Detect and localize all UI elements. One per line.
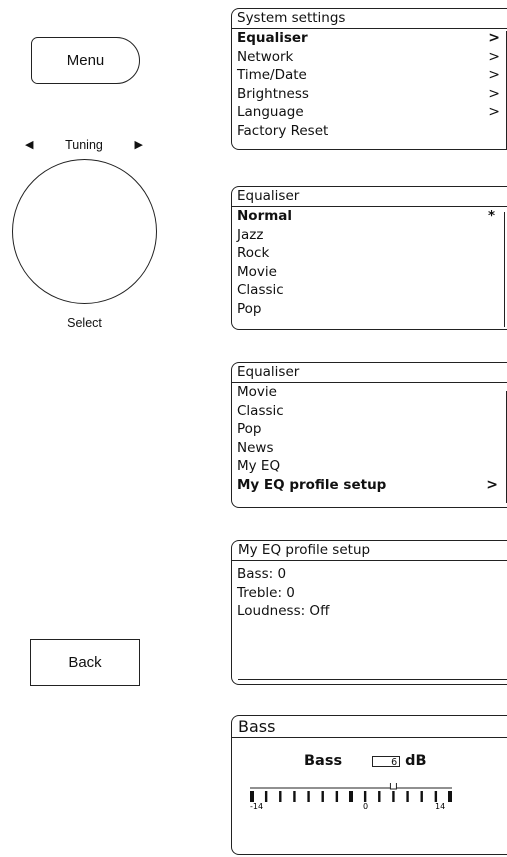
bass-readout: Bass 6 dB <box>304 753 427 769</box>
screen-title: My EQ profile setup <box>232 541 507 561</box>
scale-min-label: -14 <box>250 802 263 811</box>
bass-unit: dB <box>405 753 427 769</box>
scale-tick <box>434 791 438 802</box>
tuning-control: ◀ Tuning ▶ <box>25 137 143 153</box>
my-eq-profile-setup-screen: My EQ profile setup Bass: 0 Treble: 0 Lo… <box>231 540 507 685</box>
tuning-right-icon[interactable]: ▶ <box>135 139 143 151</box>
select-label: Select <box>67 316 102 330</box>
menu-item-brightness[interactable]: Brightness > <box>232 85 507 104</box>
scale-tick <box>448 791 452 802</box>
scale-tick <box>420 791 423 802</box>
tuning-label: Tuning <box>65 138 103 152</box>
scale-max-label: 14 <box>435 802 445 811</box>
scale-tick <box>363 791 367 802</box>
chevron-right-icon: > <box>488 48 500 65</box>
eq-item-movie[interactable]: Movie <box>232 383 507 402</box>
bass-level-scale[interactable]: -14 0 14 <box>240 783 458 811</box>
scale-tick <box>392 791 395 802</box>
menu-button-label: Menu <box>66 52 105 69</box>
scale-tick <box>250 791 254 802</box>
bass-label: Bass <box>304 753 343 769</box>
equaliser-screen-bottom: Equaliser Movie Classic Pop News My EQ M… <box>231 362 507 508</box>
scale-tick <box>335 791 339 802</box>
eq-item-my-eq-profile-setup[interactable]: My EQ profile setup > <box>232 476 507 495</box>
scale-tick <box>349 791 353 802</box>
chevron-right-icon: > <box>486 476 498 493</box>
system-settings-screen: System settings Equaliser > Network > Ti… <box>231 8 507 150</box>
scale-mid-label: 0 <box>363 802 368 811</box>
tuning-left-icon[interactable]: ◀ <box>25 139 33 151</box>
menu-item-equaliser[interactable]: Equaliser > <box>232 29 507 48</box>
scale-tick <box>378 791 381 802</box>
screen-title: Bass <box>232 716 507 738</box>
eq-item-normal[interactable]: Normal * <box>232 207 507 226</box>
eq-item-classic[interactable]: Classic <box>232 281 507 300</box>
screen-divider <box>238 679 507 680</box>
eq-item-jazz[interactable]: Jazz <box>232 226 507 245</box>
scale-tick <box>406 791 409 802</box>
eq-item-classic[interactable]: Classic <box>232 402 507 421</box>
tuning-select-dial[interactable] <box>12 159 157 304</box>
menu-item-language[interactable]: Language > <box>232 103 507 122</box>
eq-item-news[interactable]: News <box>232 439 507 458</box>
setting-bass[interactable]: Bass: 0 <box>232 565 507 584</box>
back-button-label: Back <box>68 654 102 671</box>
scrollbar[interactable] <box>503 212 505 327</box>
scale-tick <box>293 791 296 802</box>
menu-item-network[interactable]: Network > <box>232 48 507 67</box>
bass-slider-handle <box>389 783 397 790</box>
bass-adjust-screen: Bass Bass 6 dB -14 0 14 <box>231 715 507 855</box>
chevron-right-icon: > <box>488 67 500 84</box>
menu-item-factory-reset[interactable]: Factory Reset <box>232 122 507 141</box>
bass-value: 6 <box>372 755 401 768</box>
chevron-right-icon: > <box>488 104 500 121</box>
menu-item-time-date[interactable]: Time/Date > <box>232 66 507 85</box>
screen-title: Equaliser <box>232 363 507 383</box>
equaliser-screen-top: Equaliser Normal * Jazz Rock Movie Class… <box>231 186 507 330</box>
chevron-right-icon: > <box>488 85 500 102</box>
eq-item-my-eq[interactable]: My EQ <box>232 457 507 476</box>
back-button[interactable]: Back <box>30 639 140 686</box>
setting-loudness[interactable]: Loudness: Off <box>232 602 507 621</box>
scale-tick <box>279 791 282 802</box>
scale-tick <box>307 791 310 802</box>
setting-treble[interactable]: Treble: 0 <box>232 584 507 603</box>
scale-tick <box>321 791 324 802</box>
menu-button[interactable]: Menu <box>31 37 140 84</box>
selected-marker: * <box>487 208 495 224</box>
scale-tick <box>264 791 268 802</box>
eq-item-pop[interactable]: Pop <box>232 300 507 319</box>
eq-item-pop[interactable]: Pop <box>232 420 507 439</box>
eq-item-movie[interactable]: Movie <box>232 263 507 282</box>
screen-title: Equaliser <box>232 187 507 207</box>
eq-item-rock[interactable]: Rock <box>232 244 507 263</box>
chevron-right-icon: > <box>488 30 500 46</box>
screen-title: System settings <box>232 9 507 29</box>
